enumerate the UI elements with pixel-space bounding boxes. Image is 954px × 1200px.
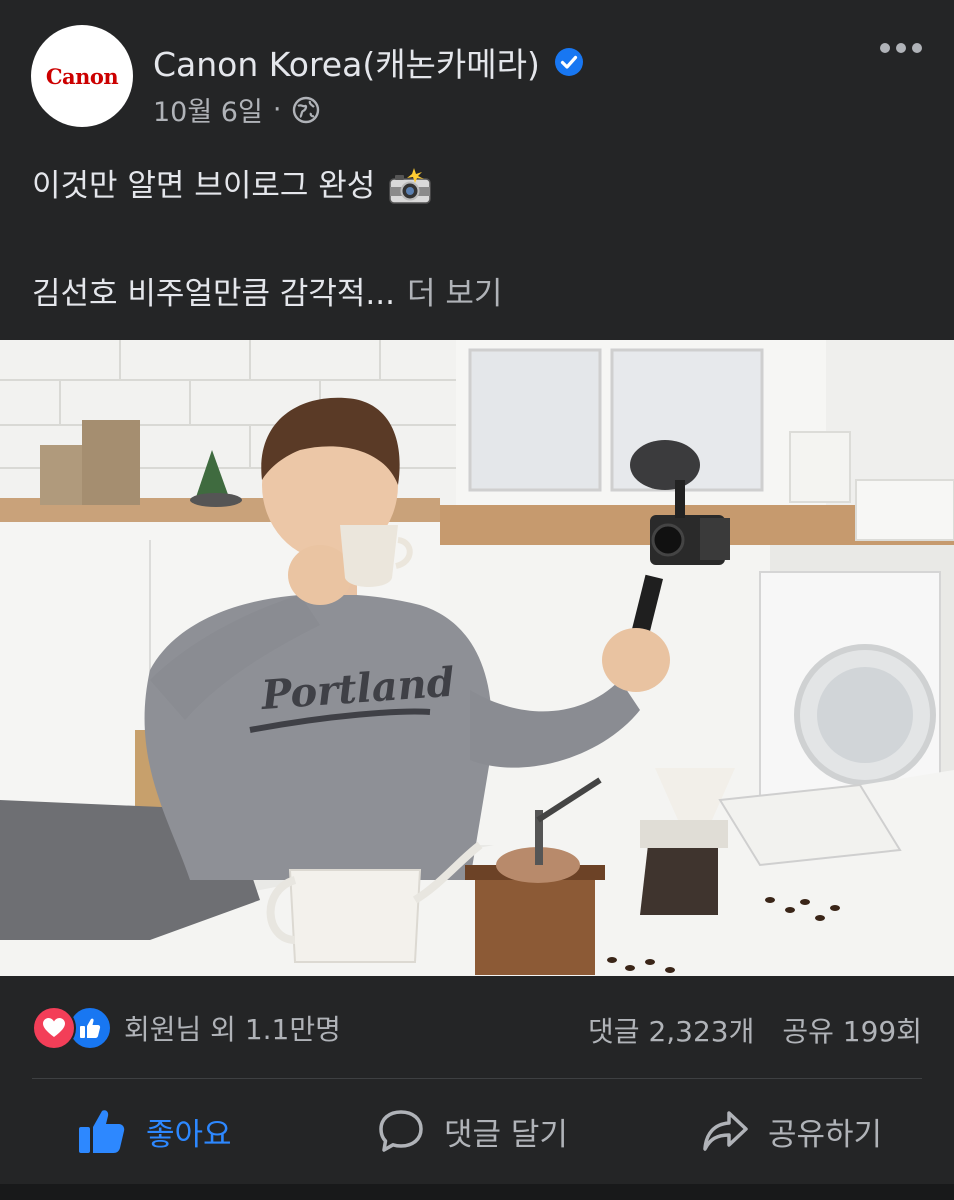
love-reaction-icon <box>32 1006 76 1050</box>
post-header: Canon Canon Korea(캐논카메라) 10월 6일 · <box>0 0 954 140</box>
post-body: 이것만 알면 브이로그 완성 김선호 비주얼만큼 감각적... 더 보기 <box>32 158 922 322</box>
reaction-summary[interactable]: 회원님 외 1.1만명 <box>32 1006 341 1050</box>
divider <box>32 1078 922 1079</box>
page-name-row: Canon Korea(캐논카메라) <box>153 38 584 86</box>
post-line-2: 김선호 비주얼만큼 감각적... 더 보기 <box>32 266 922 322</box>
post-meta: 10월 6일 · <box>153 90 321 129</box>
post-text-line-1: 이것만 알면 브이로그 완성 <box>32 168 376 204</box>
reaction-summary-text: 회원님 외 1.1만명 <box>124 1013 341 1046</box>
comment-button[interactable]: 댓글 달기 <box>378 1104 568 1158</box>
post-text-line-2: 김선호 비주얼만큼 감각적... <box>32 276 395 312</box>
see-more-link[interactable]: 더 보기 <box>407 266 502 322</box>
page-name[interactable]: Canon Korea(캐논카메라) <box>153 38 540 86</box>
camera-flash-emoji-icon <box>389 168 432 204</box>
share-button-label: 공유하기 <box>768 1116 883 1153</box>
share-count[interactable]: 공유 199회 <box>782 1010 922 1050</box>
action-bar: 좋아요 댓글 달기 공유하기 <box>0 1080 954 1180</box>
engagement-counts: 댓글 2,323개 공유 199회 <box>588 1010 922 1050</box>
more-options-icon[interactable] <box>878 36 924 60</box>
comment-count[interactable]: 댓글 2,323개 <box>588 1010 754 1050</box>
share-button[interactable]: 공유하기 <box>702 1104 882 1158</box>
post-date[interactable]: 10월 6일 <box>153 90 263 129</box>
thumbs-up-icon <box>79 1110 125 1153</box>
like-button[interactable]: 좋아요 <box>78 1104 232 1158</box>
verified-badge-icon <box>554 48 583 76</box>
post-line-1: 이것만 알면 브이로그 완성 <box>32 158 922 214</box>
globe-icon <box>293 96 320 123</box>
more-dot <box>912 43 922 53</box>
page-avatar[interactable]: Canon <box>31 25 133 127</box>
share-arrow-icon <box>703 1111 748 1151</box>
canon-logo: Canon <box>45 63 119 89</box>
facebook-post: Canon Canon Korea(캐논카메라) 10월 6일 · 이것만 알면… <box>0 0 954 1200</box>
comment-bubble-icon <box>379 1110 423 1152</box>
reaction-icons <box>32 1006 114 1050</box>
comment-button-label: 댓글 달기 <box>444 1116 568 1153</box>
meta-separator: · <box>272 94 282 125</box>
more-dot <box>896 43 906 53</box>
post-photo[interactable]: Portland <box>0 340 954 976</box>
more-dot <box>880 43 890 53</box>
post-photo-illustration: Portland <box>0 340 954 976</box>
like-button-label: 좋아요 <box>146 1116 232 1153</box>
feed-separator <box>0 1184 954 1200</box>
